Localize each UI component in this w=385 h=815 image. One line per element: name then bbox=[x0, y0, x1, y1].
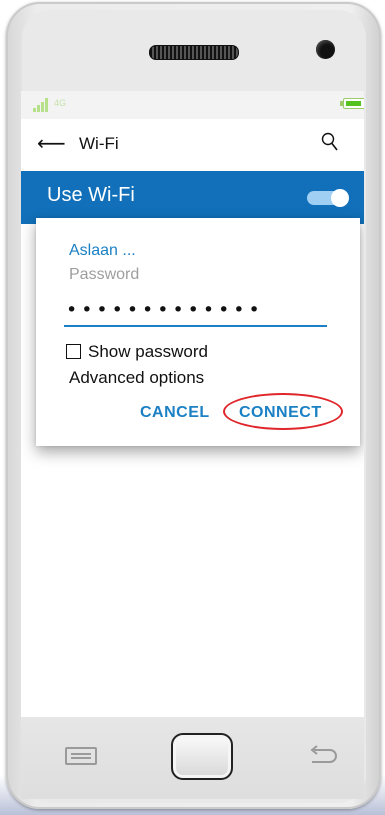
wifi-toggle[interactable] bbox=[307, 189, 349, 207]
connect-button[interactable]: CONNECT bbox=[239, 404, 322, 422]
back-arrow-icon[interactable]: ⟵ bbox=[37, 131, 66, 155]
phone-screen: 4G ⟵ Wi-Fi Use Wi-Fi Aslaan ... Password… bbox=[21, 91, 364, 717]
signal-icon bbox=[33, 98, 49, 112]
status-bar: 4G bbox=[21, 91, 364, 119]
cancel-button[interactable]: CANCEL bbox=[140, 404, 210, 422]
network-type-label: 4G bbox=[54, 98, 67, 108]
battery-icon bbox=[343, 98, 364, 109]
toggle-thumb bbox=[331, 189, 349, 207]
advanced-options-link[interactable]: Advanced options bbox=[69, 368, 204, 388]
wifi-password-dialog: Aslaan ... Password ••••••••••••• Show p… bbox=[36, 218, 360, 446]
network-name: Aslaan ... bbox=[69, 242, 136, 259]
password-label: Password bbox=[69, 266, 140, 283]
battery-level-fill bbox=[346, 101, 361, 106]
page-title: Wi-Fi bbox=[79, 134, 119, 153]
front-camera bbox=[316, 40, 335, 59]
use-wifi-bar: Use Wi-Fi bbox=[21, 171, 364, 224]
password-input[interactable]: ••••••••••••• bbox=[64, 299, 327, 327]
search-icon[interactable] bbox=[319, 131, 341, 157]
navigation-bar bbox=[21, 717, 364, 799]
use-wifi-label: Use Wi-Fi bbox=[47, 184, 135, 206]
back-icon[interactable] bbox=[308, 745, 338, 767]
home-button[interactable] bbox=[171, 733, 233, 780]
app-bar: ⟵ Wi-Fi bbox=[21, 119, 364, 171]
menu-icon[interactable] bbox=[65, 747, 97, 765]
speaker-grille bbox=[149, 45, 239, 60]
show-password-label: Show password bbox=[88, 342, 209, 361]
show-password-checkbox[interactable] bbox=[66, 344, 81, 359]
